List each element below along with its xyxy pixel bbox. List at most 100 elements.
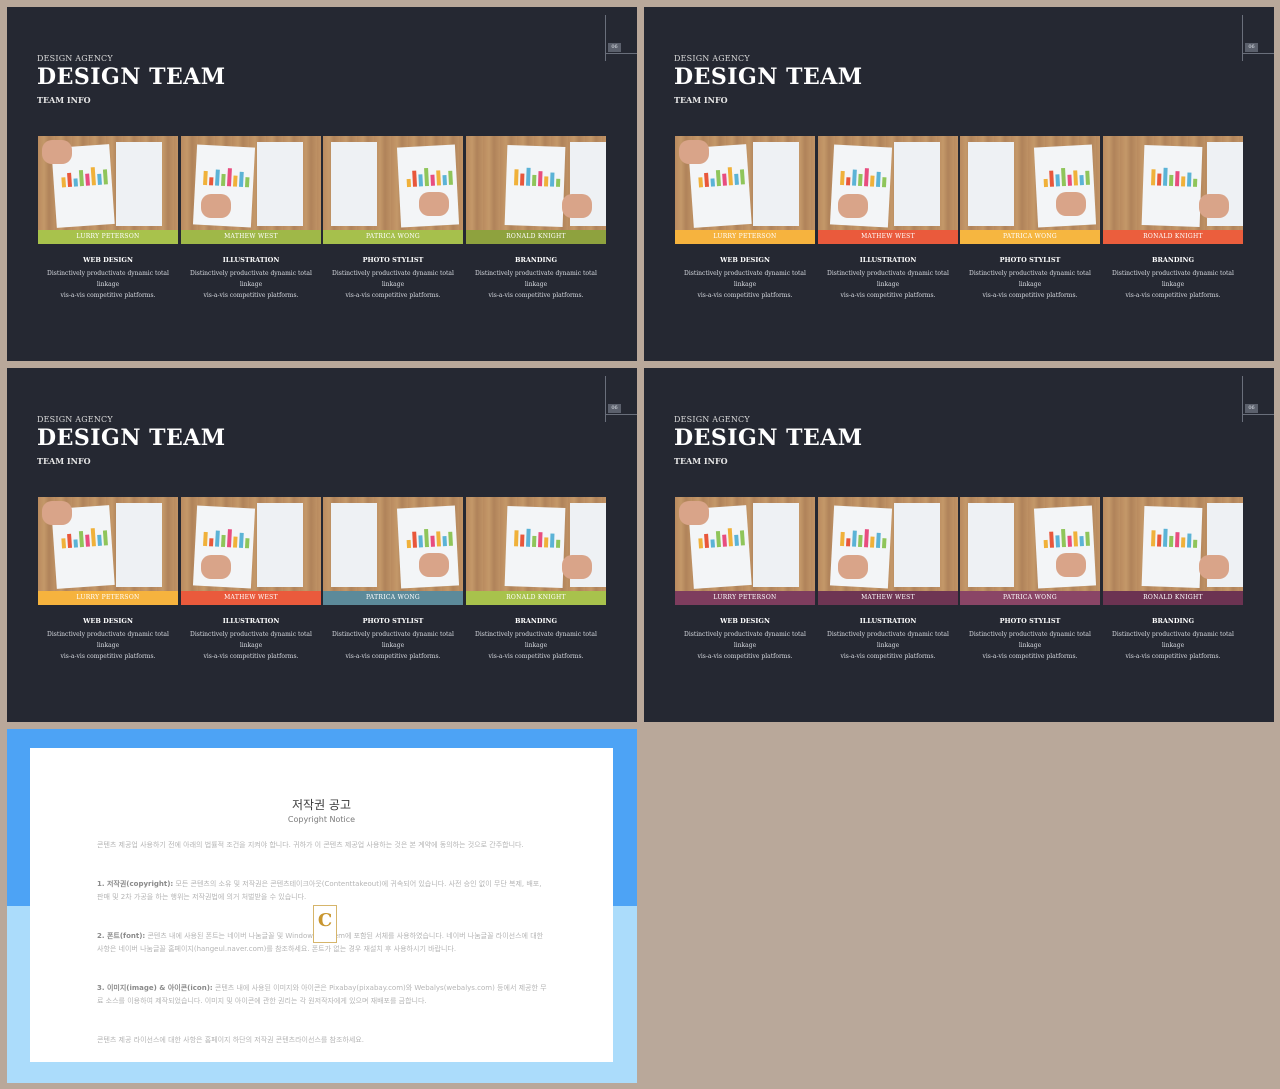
- description-line: vis-a-vis competitive platforms.: [488, 653, 584, 660]
- copyright-section-3: 3. 이미지(image) & 아이콘(icon): 콘텐츠 내에 사용된 이미…: [97, 982, 549, 1008]
- chart-bar: [244, 538, 250, 549]
- document-sheet: [331, 142, 377, 226]
- hand: [201, 194, 231, 218]
- chart-bar: [710, 539, 716, 548]
- chart-bar: [1180, 176, 1186, 187]
- team-member-card: PATRICA WONG PHOTO STYLIST Distinctively p…: [323, 136, 463, 301]
- member-role: PHOTO STYLIST: [362, 256, 424, 264]
- chart-bar: [215, 169, 220, 186]
- copyright-intro: 콘텐츠 제공업 사용하기 전에 아래의 법률적 조건을 지켜야 합니다. 귀하가…: [97, 841, 524, 849]
- chart-bar: [869, 536, 875, 548]
- chart-bar: [430, 174, 435, 186]
- member-name: MATHEW WEST: [818, 230, 958, 244]
- member-name: MATHEW WEST: [818, 591, 958, 605]
- chart-bar: [734, 173, 739, 185]
- chart-bar: [448, 170, 453, 185]
- team-member-card: MATHEW WEST ILLUSTRATION Distinctively pro…: [181, 497, 321, 662]
- member-name: MATHEW WEST: [181, 591, 321, 605]
- chart-bar: [67, 533, 73, 549]
- chart-bar: [537, 171, 543, 187]
- member-description: Distinctively productivate dynamic total…: [181, 268, 321, 301]
- chart-bar: [520, 534, 525, 547]
- team-member-card: PATRICA WONG PHOTO STYLIST Distinctively p…: [960, 136, 1100, 301]
- member-photo: [466, 497, 606, 591]
- chart-bar: [215, 530, 220, 547]
- chart-bar: [715, 169, 721, 187]
- chart-bar: [78, 169, 84, 187]
- hand: [42, 501, 72, 525]
- chart-bar: [85, 173, 90, 186]
- member-photo: [960, 136, 1100, 230]
- description-line: Distinctively productivate dynamic total…: [190, 270, 312, 288]
- slide-subtitle: TEAM INFO: [674, 456, 728, 466]
- member-description: Distinctively productivate dynamic total…: [675, 629, 815, 662]
- document-sheet: [116, 142, 162, 226]
- chart-bar: [1079, 175, 1084, 186]
- member-description: Distinctively productivate dynamic total…: [960, 268, 1100, 301]
- chart-bar: [1174, 171, 1180, 187]
- chart-bar: [852, 530, 857, 547]
- copyright-subtitle: Copyright Notice: [287, 815, 356, 824]
- member-name: PATRICA WONG: [323, 591, 463, 605]
- section-label: 1. 저작권(copyright):: [97, 880, 174, 888]
- description-line: Distinctively productivate dynamic total…: [969, 270, 1091, 288]
- member-description: Distinctively productivate dynamic total…: [1103, 629, 1243, 662]
- chart-bar: [1067, 535, 1072, 547]
- chart-bar: [1061, 528, 1066, 548]
- member-name: LURRY PETERSON: [675, 591, 815, 605]
- copyright-outro: 콘텐츠 제공 라이선스에 대한 사항은 홈페이지 하단의 저작권 콘텐츠라이선스…: [97, 1036, 364, 1044]
- chart-bar: [1157, 534, 1162, 547]
- chart-bar: [448, 531, 453, 546]
- member-photo: [1103, 497, 1243, 591]
- chart-bar: [424, 528, 429, 548]
- team-member-card: MATHEW WEST ILLUSTRATION Distinctively pro…: [818, 136, 958, 301]
- chart-bar: [704, 172, 710, 188]
- hand: [679, 140, 709, 164]
- chart-bar: [858, 173, 863, 187]
- corner-line: [605, 414, 637, 415]
- description-line: Distinctively productivate dynamic total…: [47, 631, 169, 649]
- description-line: Distinctively productivate dynamic total…: [827, 631, 949, 649]
- chart-bar: [436, 170, 441, 186]
- member-photo: [38, 497, 178, 591]
- chart-bar: [526, 528, 531, 547]
- member-description: Distinctively productivate dynamic total…: [38, 629, 178, 662]
- page-number: 06: [1245, 404, 1258, 413]
- member-role: ILLUSTRATION: [859, 256, 917, 264]
- chart-bar: [1043, 178, 1049, 188]
- member-name: PATRICA WONG: [960, 230, 1100, 244]
- hand: [201, 555, 231, 579]
- description-line: vis-a-vis competitive platforms.: [1125, 292, 1221, 299]
- member-role: BRANDING: [514, 256, 558, 264]
- slide-3: DESIGN AGENCY DESIGN TEAM TEAM INFO 06 L…: [7, 368, 637, 722]
- chart-bar: [221, 534, 226, 548]
- description-line: vis-a-vis competitive platforms.: [840, 653, 936, 660]
- corner-line: [1242, 376, 1243, 422]
- description-line: Distinctively productivate dynamic total…: [1112, 270, 1234, 288]
- chart-bar: [875, 171, 881, 187]
- description-line: Distinctively productivate dynamic total…: [47, 270, 169, 288]
- chart-bar: [840, 531, 845, 547]
- member-description: Distinctively productivate dynamic total…: [466, 629, 606, 662]
- chart-bar: [61, 177, 67, 188]
- chart-bar: [875, 532, 881, 548]
- team-member-card: RONALD KNIGHT BRANDING Distinctively produ…: [1103, 136, 1243, 301]
- description-line: Distinctively productivate dynamic total…: [684, 631, 806, 649]
- member-name: RONALD KNIGHT: [466, 230, 606, 244]
- copyright-title: 저작권 공고: [291, 798, 351, 812]
- chart-bar: [97, 173, 102, 185]
- member-name: PATRICA WONG: [960, 591, 1100, 605]
- slide-subtitle: TEAM INFO: [37, 95, 91, 105]
- description-line: Distinctively productivate dynamic total…: [332, 270, 454, 288]
- chart-bar: [734, 534, 739, 546]
- member-description: Distinctively productivate dynamic total…: [323, 268, 463, 301]
- member-photo: [181, 497, 321, 591]
- chart-bar: [1073, 170, 1078, 186]
- chart-bar: [1157, 173, 1162, 186]
- description-line: Distinctively productivate dynamic total…: [190, 631, 312, 649]
- chart-bar: [881, 177, 887, 188]
- chart-bar: [1067, 174, 1072, 186]
- chart-bar: [1169, 535, 1174, 548]
- document-sheet: [116, 503, 162, 587]
- member-description: Distinctively productivate dynamic total…: [675, 268, 815, 301]
